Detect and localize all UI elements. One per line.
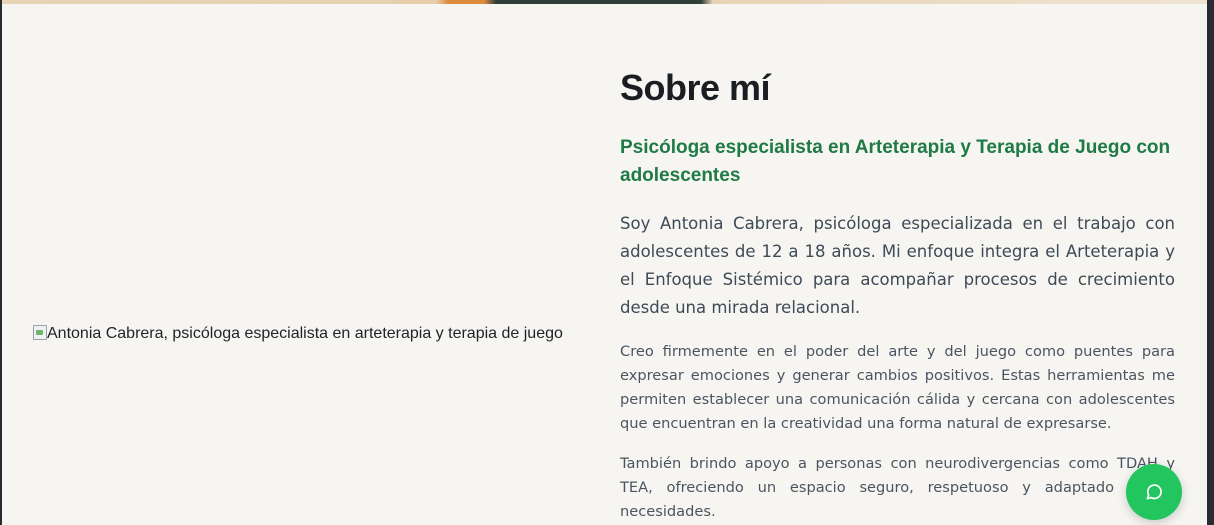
- section-title: Sobre mí: [620, 67, 771, 108]
- art-play-paragraph: Creo firmemente en el poder del arte y d…: [620, 343, 1175, 432]
- profile-photo: Antonia Cabrera, psicóloga especialista …: [33, 322, 563, 346]
- intro-paragraph: Soy Antonia Cabrera, psicóloga especiali…: [620, 214, 1175, 317]
- hero-image-bottom-edge: [2, 0, 1207, 4]
- section-subtitle: Psicóloga especialista en Arteterapia y …: [620, 137, 1171, 186]
- page-frame: Antonia Cabrera, psicóloga especialista …: [2, 0, 1207, 525]
- neurodivergence-paragraph: También brindo apoyo a personas con neur…: [620, 455, 1175, 520]
- about-section: Sobre mí Psicóloga especialista en Artet…: [620, 64, 1175, 525]
- broken-image-icon: [33, 324, 47, 340]
- profile-photo-alt-text: Antonia Cabrera, psicóloga especialista …: [47, 325, 563, 342]
- chat-bubble-icon: [1146, 484, 1162, 500]
- chat-button[interactable]: [1126, 464, 1182, 520]
